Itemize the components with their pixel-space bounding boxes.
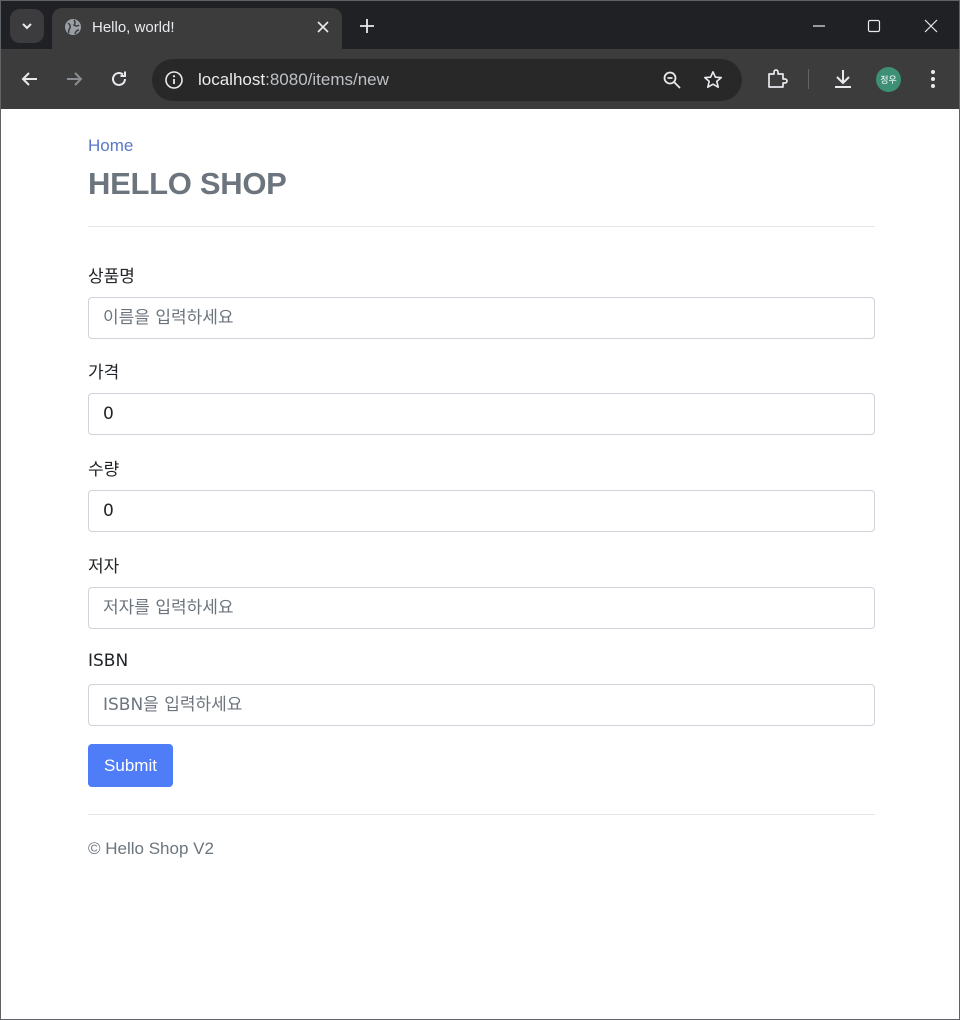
star-icon [704, 71, 722, 88]
zoom-icon [663, 71, 681, 89]
plus-icon [360, 19, 374, 33]
url-text[interactable]: localhost:8080/items/new [198, 70, 389, 90]
address-bar[interactable]: localhost:8080/items/new [152, 59, 742, 101]
menu-button[interactable] [920, 66, 946, 92]
back-icon [21, 72, 37, 86]
isbn-label: ISBN [88, 651, 129, 671]
close-window-button[interactable] [918, 13, 944, 39]
page-viewport: Home HELLO SHOP 상품명 가격 수량 저자 ISBN Submit… [1, 109, 959, 1019]
info-icon [165, 71, 183, 89]
browser-window: Hello, world! localhost:8080/items/new 정… [0, 0, 960, 1020]
toolbar-divider [808, 69, 809, 89]
footer-divider [88, 814, 875, 815]
download-icon [835, 70, 851, 88]
url-host: localhost [198, 70, 266, 89]
maximize-button[interactable] [861, 13, 887, 39]
reload-button[interactable] [106, 66, 132, 92]
downloads-button[interactable] [830, 66, 856, 92]
minimize-icon [813, 25, 825, 27]
submit-button[interactable]: Submit [88, 744, 173, 787]
extensions-icon [768, 69, 788, 88]
name-label: 상품명 [88, 267, 135, 287]
zoom-button[interactable] [660, 68, 684, 92]
forward-button[interactable] [61, 66, 87, 92]
name-input[interactable] [88, 297, 875, 339]
site-info-button[interactable] [163, 69, 185, 91]
price-input[interactable] [88, 393, 875, 435]
back-button[interactable] [17, 66, 43, 92]
tab-strip: Hello, world! [1, 1, 959, 49]
isbn-input[interactable] [88, 684, 875, 726]
tab-search-icon [22, 23, 32, 30]
profile-avatar[interactable]: 정우 [876, 67, 901, 92]
close-icon [317, 21, 329, 33]
header-divider [88, 226, 875, 227]
forward-icon [67, 72, 83, 86]
bookmark-button[interactable] [701, 68, 725, 92]
author-label: 저자 [88, 557, 120, 577]
stock-input[interactable] [88, 490, 875, 532]
globe-icon [65, 19, 81, 35]
new-tab-button[interactable] [355, 14, 379, 38]
kebab-menu-icon [931, 70, 935, 88]
tab-search-button[interactable] [10, 9, 44, 43]
price-label: 가격 [88, 363, 120, 383]
tab-close-button[interactable] [314, 18, 332, 36]
author-input[interactable] [88, 587, 875, 629]
reload-icon [112, 71, 126, 86]
page-title: HELLO SHOP [88, 166, 287, 201]
tab-title: Hello, world! [92, 19, 175, 36]
stock-label: 수량 [88, 460, 120, 480]
browser-toolbar: localhost:8080/items/new 정우 [1, 49, 959, 109]
close-icon [924, 19, 938, 33]
minimize-button[interactable] [806, 13, 832, 39]
browser-tab[interactable]: Hello, world! [52, 8, 342, 49]
extensions-button[interactable] [764, 66, 790, 92]
footer-copyright: © Hello Shop V2 [88, 839, 214, 858]
home-link[interactable]: Home [88, 136, 133, 156]
maximize-icon [867, 19, 881, 33]
url-path: :8080/items/new [265, 70, 389, 89]
